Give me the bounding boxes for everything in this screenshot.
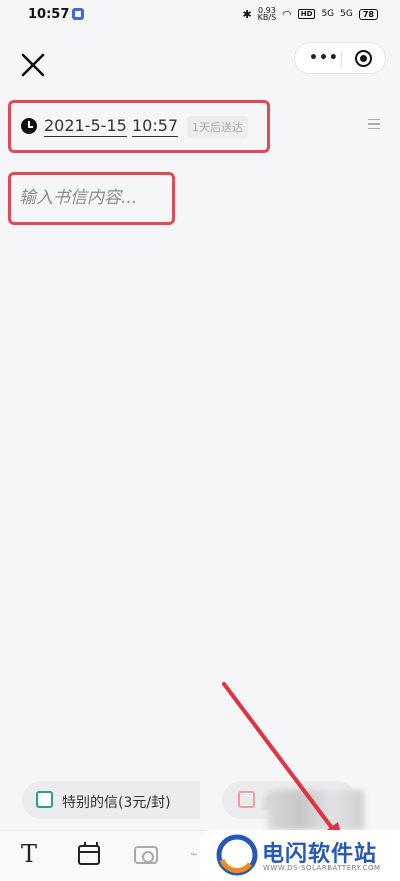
second-option-icon	[238, 791, 255, 808]
status-bar: 10:57 ✱ 0.93 KB/S ◠ HD 5G 5G 78	[0, 0, 400, 30]
signal-2: 5G	[340, 9, 353, 19]
signal-1: 5G	[321, 9, 335, 19]
clock-icon	[21, 118, 37, 134]
network-speed-unit: KB/S	[257, 13, 277, 22]
target-icon[interactable]	[355, 50, 372, 67]
calendar-icon[interactable]	[78, 842, 100, 865]
special-letter-option[interactable]: 特别的信(3元/封)	[22, 781, 200, 819]
watermark-subtitle: WWW.DS-SOLARBATTERY.COM	[263, 864, 381, 872]
capsule-divider	[341, 51, 342, 67]
content-highlight	[8, 172, 175, 225]
mini-program-capsule: •••	[294, 42, 386, 74]
hd-icon: HD	[297, 9, 316, 19]
camera-icon[interactable]	[134, 846, 158, 864]
schedule-highlight: 2021-5-15 10:57 1天后送达	[8, 100, 270, 153]
watermark-card: 电闪软件站 WWW.DS-SOLARBATTERY.COM	[200, 830, 400, 881]
battery-indicator: 78	[358, 8, 378, 20]
menu-lines-icon[interactable]	[368, 119, 380, 129]
text-tool-icon[interactable]: T	[21, 840, 37, 868]
close-icon[interactable]	[20, 52, 46, 78]
status-time: 10:57	[28, 7, 70, 22]
special-letter-label: 特别的信(3元/封)	[62, 795, 171, 811]
bluetooth-icon: ✱	[242, 7, 252, 21]
app-notification-icon	[72, 8, 84, 20]
delivery-hint: 1天后送达	[187, 116, 248, 138]
letter-content-input[interactable]	[19, 188, 167, 208]
network-speed: 0.93 KB/S	[257, 7, 277, 22]
wifi-icon: ◠	[282, 7, 292, 21]
delivery-date[interactable]: 2021-5-15	[44, 116, 127, 137]
status-icons: ✱ 0.93 KB/S ◠ HD 5G 5G 78	[242, 7, 378, 22]
mosaic-blur-patch	[268, 790, 364, 830]
watermark-logo	[216, 834, 258, 876]
more-tool-icon[interactable]: ⌁	[190, 847, 198, 862]
delivery-time[interactable]: 10:57	[132, 116, 179, 137]
more-dots-icon[interactable]: •••	[309, 50, 339, 66]
special-letter-checkbox[interactable]	[36, 791, 53, 808]
